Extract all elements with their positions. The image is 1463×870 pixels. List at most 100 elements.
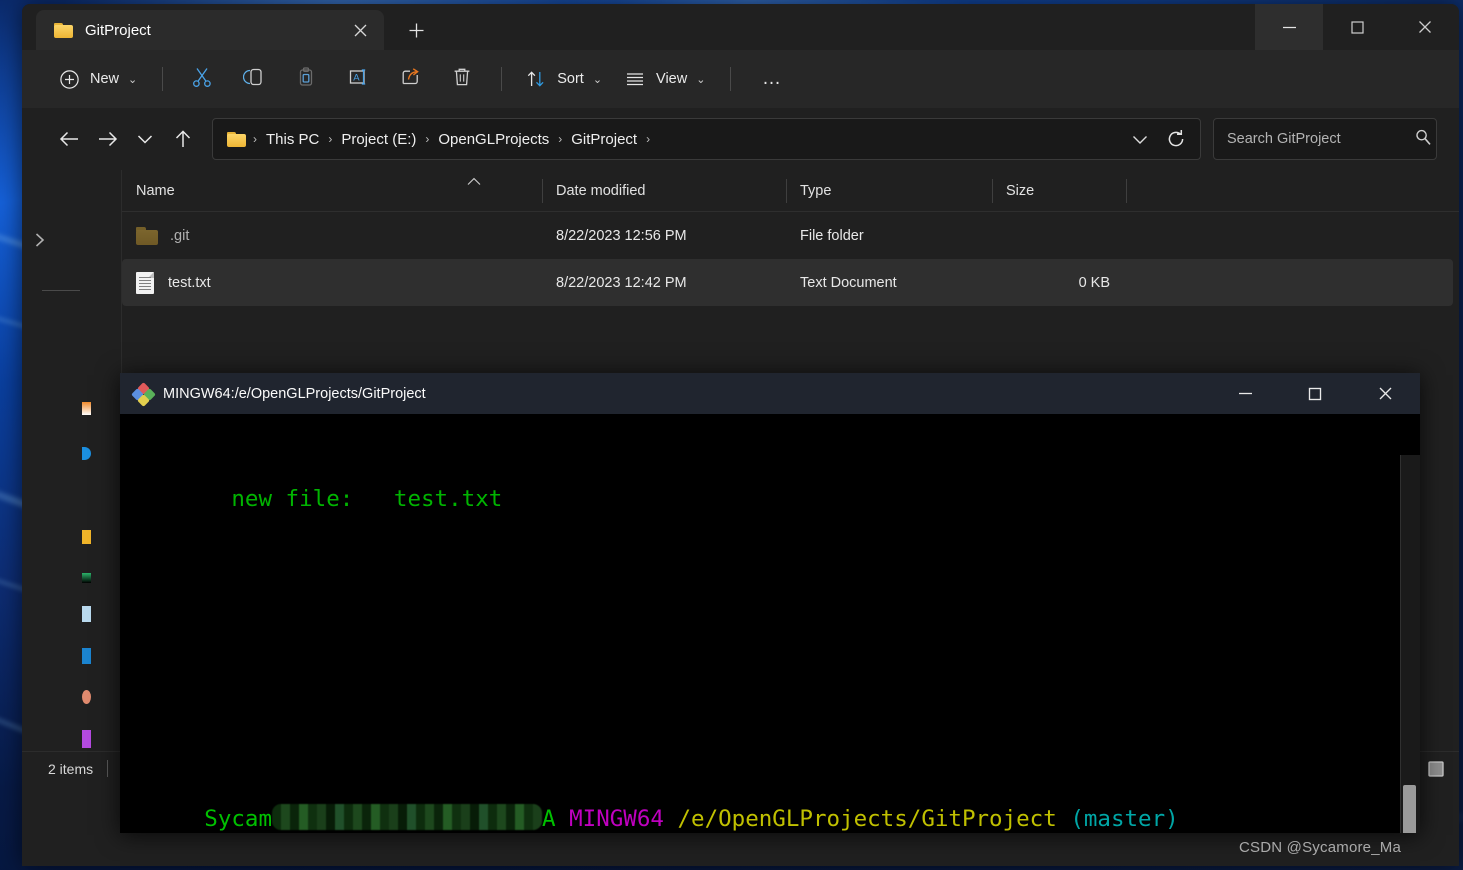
chevron-down-icon: ⌄ (696, 73, 706, 86)
nav-item-icon[interactable] (82, 690, 91, 704)
breadcrumb-separator: › (328, 132, 333, 146)
terminal-scrollbar[interactable] (1400, 455, 1420, 833)
nav-item-icon[interactable] (82, 402, 91, 415)
mingw64-terminal-window: MINGW64:/e/OpenGLProjects/GitProject new… (120, 373, 1420, 833)
column-header-size[interactable]: Size (992, 170, 1126, 212)
more-options-button[interactable]: … (744, 60, 796, 98)
breadcrumb-item-project-e[interactable]: Project (E:) (335, 127, 422, 152)
folder-icon (136, 226, 158, 245)
column-header-spacer (1126, 170, 1140, 212)
column-header-date-modified[interactable]: Date modified (542, 170, 786, 212)
breadcrumb[interactable]: › This PC › Project (E:) › OpenGLProject… (212, 118, 1201, 160)
nav-item-icon[interactable] (82, 648, 91, 664)
terminal-title: MINGW64:/e/OpenGLProjects/GitProject (163, 385, 426, 402)
file-size-cell: 0 KB (992, 259, 1126, 306)
clipboard-icon (295, 66, 317, 93)
sort-indicator-icon (466, 177, 482, 189)
nav-scrollbar[interactable] (98, 170, 107, 751)
sort-button-label: Sort (557, 71, 584, 87)
breadcrumb-separator: › (646, 132, 651, 146)
file-type-label: File folder (800, 227, 864, 244)
terminal-close-button[interactable] (1350, 373, 1420, 414)
file-name-label: test.txt (168, 274, 211, 291)
column-header-name-label: Name (136, 182, 175, 199)
status-divider (107, 760, 109, 777)
column-header-name[interactable]: Name (122, 170, 542, 212)
refresh-icon[interactable] (1158, 121, 1194, 157)
copy-icon (243, 66, 265, 93)
nav-item-icon[interactable] (82, 606, 91, 622)
terminal-minimize-button[interactable] (1210, 373, 1280, 414)
toolbar-divider (162, 67, 164, 91)
ellipsis-icon: … (761, 68, 783, 89)
terminal-title-bar[interactable]: MINGW64:/e/OpenGLProjects/GitProject (120, 373, 1420, 414)
nav-item-icon[interactable] (82, 447, 91, 460)
column-header-type[interactable]: Type (786, 170, 992, 212)
prompt-user: Sycam (204, 806, 273, 832)
redaction-mosaic (272, 804, 543, 830)
new-button-label: New (90, 71, 120, 87)
up-button[interactable] (164, 120, 202, 158)
svg-text:A: A (353, 72, 360, 83)
list-lines-icon (624, 68, 646, 90)
file-size-cell (992, 212, 1126, 259)
nav-expand-chevron-icon[interactable] (34, 232, 46, 252)
address-bar-row: › This PC › Project (E:) › OpenGLProject… (22, 108, 1459, 170)
tab-gitproject[interactable]: GitProject (36, 10, 384, 50)
toolbar-divider (730, 67, 732, 91)
nav-item-icon[interactable] (82, 573, 91, 583)
forward-button[interactable] (88, 120, 126, 158)
sort-arrows-icon (525, 68, 547, 90)
breadcrumb-item-this-pc[interactable]: This PC (260, 127, 325, 152)
terminal-screen[interactable]: new file: test.txt Sycam A MINGW64 /e/Ope… (120, 414, 1420, 833)
new-tab-button[interactable] (398, 14, 434, 46)
search-input[interactable] (1227, 131, 1414, 147)
view-button[interactable]: View ⌄ (614, 60, 715, 98)
table-row[interactable]: .git 8/22/2023 12:56 PM File folder (122, 212, 1453, 259)
file-date-label: 8/22/2023 12:56 PM (556, 227, 687, 244)
prompt-branch: (master) (1070, 806, 1179, 832)
rename-button[interactable]: A (332, 60, 384, 98)
paste-button[interactable] (280, 60, 332, 98)
column-headers: Name Date modified Type Size (122, 170, 1459, 212)
toolbar-divider (501, 67, 503, 91)
breadcrumb-item-openglprojects[interactable]: OpenGLProjects (432, 127, 555, 152)
share-button[interactable] (384, 60, 436, 98)
git-bash-icon (131, 381, 156, 407)
back-button[interactable] (50, 120, 88, 158)
search-box[interactable] (1213, 118, 1437, 160)
column-header-date-label: Date modified (556, 182, 646, 199)
delete-button[interactable] (436, 60, 488, 98)
column-header-type-label: Type (800, 182, 832, 199)
chevron-down-icon[interactable] (1122, 121, 1158, 157)
tab-strip: GitProject (22, 4, 1459, 50)
prompt-shell: MINGW64 (569, 806, 664, 832)
search-icon[interactable] (1414, 128, 1432, 151)
breadcrumb-separator: › (425, 132, 430, 146)
file-name-cell[interactable]: .git (122, 212, 542, 259)
sort-button[interactable]: Sort ⌄ (515, 60, 612, 98)
terminal-maximize-button[interactable] (1280, 373, 1350, 414)
copy-button[interactable] (228, 60, 280, 98)
nav-item-icon[interactable] (82, 730, 91, 748)
command-bar: New ⌄ A Sort ⌄ View ⌄ … (22, 50, 1459, 108)
maximize-button[interactable] (1323, 4, 1391, 50)
new-button[interactable]: New ⌄ (48, 60, 147, 98)
table-row[interactable]: test.txt 8/22/2023 12:42 PM Text Documen… (122, 259, 1453, 306)
file-name-cell[interactable]: test.txt (122, 259, 542, 306)
cut-button[interactable] (176, 60, 228, 98)
tab-title: GitProject (85, 21, 151, 39)
column-header-size-label: Size (1006, 182, 1035, 199)
navigation-pane[interactable] (22, 170, 122, 751)
recent-locations-button[interactable] (126, 120, 164, 158)
trash-icon (451, 66, 473, 93)
terminal-prompt-line: Sycam A MINGW64 /e/OpenGLProjects/GitProj… (123, 771, 1420, 832)
nav-item-icon[interactable] (82, 530, 91, 544)
close-icon[interactable] (346, 16, 374, 44)
minimize-button[interactable] (1255, 4, 1323, 50)
breadcrumb-item-gitproject[interactable]: GitProject (565, 127, 643, 152)
large-icons-view-icon[interactable] (1421, 756, 1451, 782)
close-button[interactable] (1391, 4, 1459, 50)
terminal-scrollbar-thumb[interactable] (1403, 785, 1416, 833)
